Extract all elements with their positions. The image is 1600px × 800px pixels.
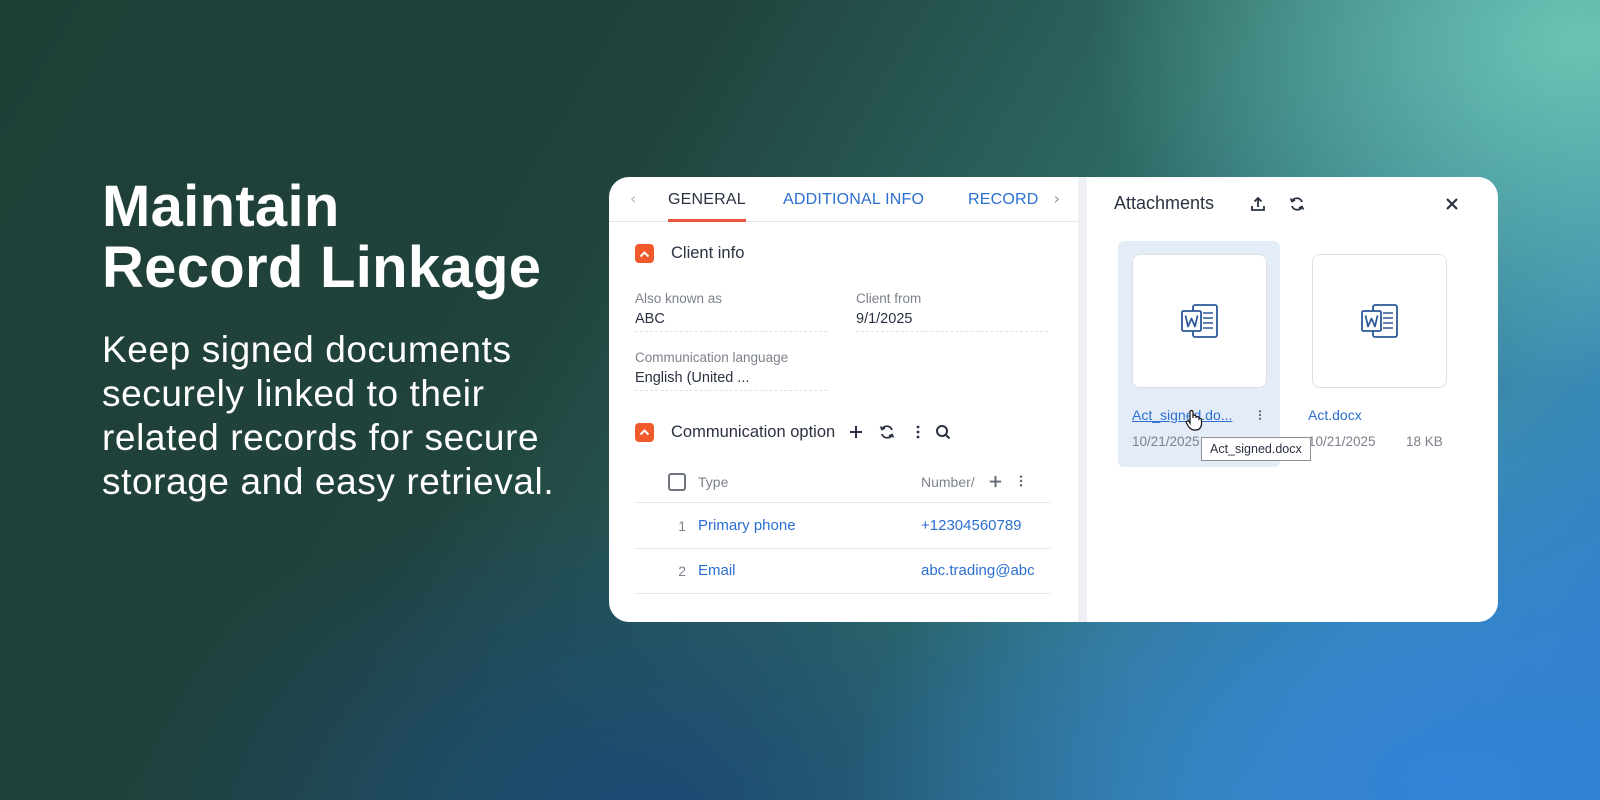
upload-icon[interactable] [1247, 193, 1269, 215]
attachment-card[interactable]: Act_signed.do... 10/21/2025 [1118, 241, 1280, 467]
chevron-up-icon [639, 250, 650, 257]
row-type-link[interactable]: Primary phone [698, 517, 796, 534]
column-menu-icon[interactable] [1010, 470, 1032, 492]
row-number-link[interactable]: abc.trading@abc [921, 562, 1051, 579]
hero-subtitle: Keep signed documents securely linked to… [102, 328, 572, 504]
chevron-right-icon[interactable]: › [1054, 189, 1060, 208]
file-thumbnail[interactable] [1132, 254, 1267, 388]
client-info-header: Client info [635, 244, 744, 263]
row-number-link[interactable]: +12304560789 [921, 517, 1051, 534]
hand-cursor-icon [1185, 409, 1203, 431]
field-label: Communication language [635, 350, 789, 365]
pane-splitter[interactable] [1078, 177, 1087, 622]
row-type-link[interactable]: Email [698, 562, 736, 579]
hero-subtitle-line: securely linked to their [102, 373, 485, 414]
client-info-title: Client info [671, 244, 745, 262]
search-icon[interactable] [932, 421, 954, 443]
more-vertical-icon[interactable] [1249, 404, 1271, 426]
attachment-size: 18 KB [1406, 434, 1443, 449]
hero-title-line-2: Record Linkage [102, 235, 542, 300]
close-icon[interactable] [1441, 193, 1463, 215]
collapse-client-info-button[interactable] [635, 244, 654, 263]
tab-bar: ‹ GENERAL ADDITIONAL INFO RECORD › [609, 177, 1078, 222]
tab-additional-info[interactable]: ADDITIONAL INFO [783, 191, 924, 222]
field-also-known-as[interactable]: Also known as ABC [635, 291, 827, 332]
attachments-title: Attachments [1114, 193, 1215, 213]
hero-section: Maintain Record Linkage Keep signed docu… [102, 176, 572, 504]
hero-title: Maintain Record Linkage [102, 176, 572, 298]
tab-record[interactable]: RECORD [968, 191, 1038, 222]
field-client-from[interactable]: Client from 9/1/2025 [856, 291, 1048, 332]
communication-table-header: Type Number/ [635, 459, 1051, 503]
row-index: 1 [678, 518, 686, 534]
select-all-checkbox[interactable] [668, 473, 686, 491]
hero-title-line-1: Maintain [102, 174, 340, 239]
hero-subtitle-line: related records for secure [102, 417, 540, 458]
chevron-left-icon[interactable]: ‹ [630, 189, 636, 208]
attachments-pane: Attachments Act_signed.do... 10/21/2025 … [1087, 177, 1498, 622]
column-header-type[interactable]: Type [698, 474, 728, 490]
field-value: 9/1/2025 [856, 311, 913, 327]
app-window: ‹ GENERAL ADDITIONAL INFO RECORD › Clien… [609, 177, 1498, 622]
refresh-icon[interactable] [1286, 193, 1308, 215]
table-row[interactable]: 1 Primary phone +12304560789 [635, 504, 1051, 549]
field-value: English (United ... [635, 370, 750, 386]
chevron-up-icon [639, 429, 650, 436]
field-communication-language[interactable]: Communication language English (United .… [635, 350, 827, 391]
field-label: Client from [856, 291, 922, 306]
attachment-card[interactable]: Act.docx 10/21/2025 18 KB [1298, 241, 1460, 467]
row-index: 2 [678, 563, 686, 579]
hero-subtitle-line: storage and easy retrieval. [102, 461, 555, 502]
word-document-icon [1180, 304, 1218, 338]
file-thumbnail[interactable] [1312, 254, 1447, 388]
collapse-communication-button[interactable] [635, 422, 654, 442]
record-pane: ‹ GENERAL ADDITIONAL INFO RECORD › Clien… [609, 177, 1078, 622]
communication-option-header: Communication option [635, 421, 954, 443]
attachment-name-link[interactable]: Act_signed.do... [1132, 407, 1232, 423]
word-document-icon [1360, 304, 1398, 338]
field-label: Also known as [635, 291, 723, 306]
refresh-icon[interactable] [876, 421, 898, 443]
table-row[interactable]: 2 Email abc.trading@abc [635, 549, 1051, 594]
tab-general[interactable]: GENERAL [668, 191, 746, 222]
attachment-name-link[interactable]: Act.docx [1308, 407, 1362, 423]
filename-tooltip: Act_signed.docx [1201, 437, 1311, 461]
column-header-number[interactable]: Number/ [921, 474, 975, 490]
attachment-date: 10/21/2025 [1132, 434, 1200, 449]
attachment-date: 10/21/2025 [1308, 434, 1376, 449]
hero-subtitle-line: Keep signed documents [102, 329, 512, 370]
add-icon[interactable] [845, 421, 867, 443]
add-column-icon[interactable] [984, 470, 1006, 492]
communication-option-title: Communication option [671, 422, 836, 441]
more-vertical-icon[interactable] [907, 421, 929, 443]
field-value: ABC [635, 311, 665, 327]
